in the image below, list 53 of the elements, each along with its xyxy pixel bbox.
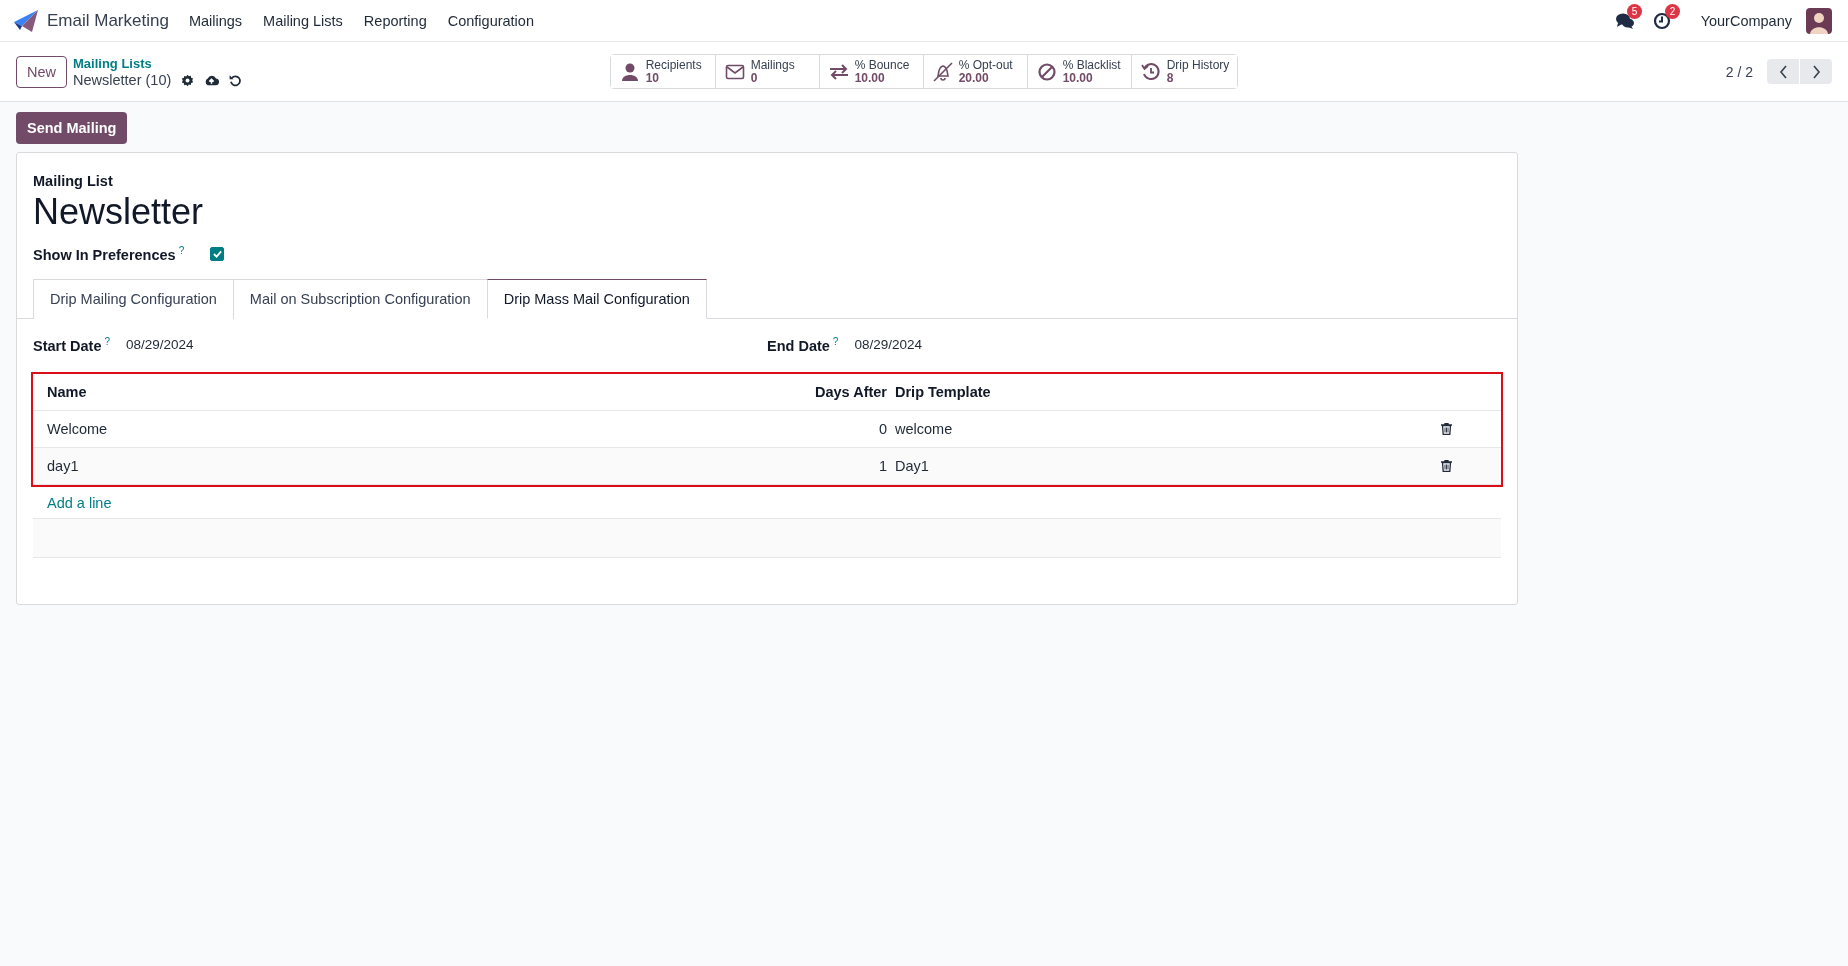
- trash-icon[interactable]: [1441, 422, 1452, 435]
- clock-icon[interactable]: [1652, 11, 1671, 30]
- check-icon: [212, 249, 222, 258]
- stat-button[interactable]: Drip History 8: [1130, 55, 1238, 88]
- app-name[interactable]: Email Marketing: [47, 10, 169, 31]
- company-name[interactable]: YourCompany: [1700, 12, 1792, 29]
- field-label: Show In Preferences $^{?}$: [33, 245, 185, 263]
- table-cell-text: Day1: [895, 457, 930, 474]
- table-cell-text: 1: [877, 457, 887, 474]
- table-cell-text: Welcome: [47, 420, 109, 437]
- menu-item[interactable]: Mailing Lists: [263, 12, 343, 29]
- add-line-link[interactable]: Add a line: [47, 494, 112, 511]
- new-button[interactable]: New: [16, 55, 67, 88]
- notification-badge: 2: [1664, 3, 1681, 19]
- app-logo-icon: [14, 9, 38, 32]
- table-cell-text: day1: [47, 457, 80, 474]
- previous-button[interactable]: [1767, 59, 1799, 84]
- tab[interactable]: Drip Mailing Configuration: [33, 278, 234, 319]
- menu-item[interactable]: Configuration: [447, 12, 534, 29]
- record-name: Newsletter (10): [73, 71, 172, 89]
- avatar-icon[interactable]: [1806, 7, 1832, 34]
- notification-badge: 5: [1626, 3, 1643, 19]
- field-label: Start Date $^{?}$: [33, 335, 111, 354]
- checkbox[interactable]: [210, 246, 225, 261]
- table-cell-text: welcome: [895, 420, 954, 437]
- column-header[interactable]: Drip Template: [895, 383, 1441, 400]
- date-value[interactable]: 08/29/2024: [126, 337, 194, 353]
- menu-item[interactable]: Reporting: [363, 12, 427, 29]
- cloud-upload-icon[interactable]: [204, 74, 220, 86]
- settings-icon[interactable]: [181, 73, 195, 87]
- tab[interactable]: Mail on Subscription Configuration: [232, 278, 488, 319]
- record-title: Newsletter: [33, 191, 205, 233]
- menu-item[interactable]: Mailings: [188, 12, 243, 29]
- history-icon: [1140, 61, 1161, 82]
- person-icon: [619, 61, 640, 82]
- column-header[interactable]: Name: [47, 383, 647, 400]
- next-button[interactable]: [1800, 59, 1832, 84]
- send-mailing-button[interactable]: Send Mailing: [16, 112, 128, 144]
- chevron-left-icon: [1778, 64, 1788, 79]
- chevron-right-icon: [1811, 64, 1821, 79]
- breadcrumb-link[interactable]: Mailing Lists: [73, 54, 243, 72]
- column-header[interactable]: Days After: [647, 383, 887, 400]
- pager-value: 2 / 2: [1725, 63, 1753, 80]
- arrows-icon: [828, 61, 849, 82]
- table-cell-text: 0: [877, 420, 887, 437]
- undo-icon[interactable]: [229, 73, 243, 87]
- trash-icon[interactable]: [1441, 459, 1452, 472]
- ban-icon: [1036, 61, 1057, 82]
- bell-off-icon: [932, 61, 953, 82]
- field-label: End Date $^{?}$: [767, 335, 839, 354]
- tab[interactable]: Drip Mass Mail Configuration: [486, 278, 707, 319]
- date-value[interactable]: 08/29/2024: [854, 337, 922, 353]
- field-label: Mailing List: [33, 173, 113, 189]
